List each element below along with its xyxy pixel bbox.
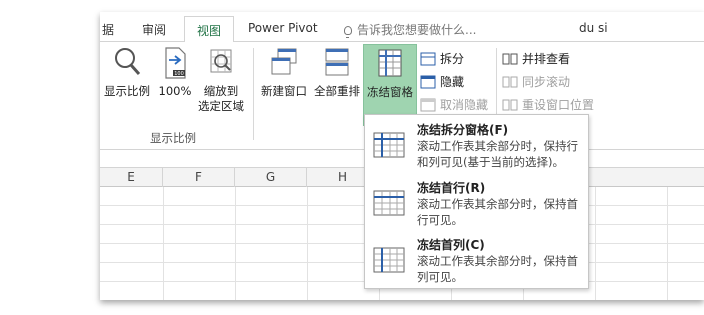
sync-scroll-button[interactable]: 同步滚动 — [502, 73, 570, 90]
freeze-panes-icon — [373, 132, 405, 158]
menu-item-freeze-first-column[interactable]: 冻结首列(C) 滚动工作表其余部分时，保持首列可见。 — [365, 232, 588, 288]
split-icon — [420, 52, 436, 66]
unhide-label: 取消隐藏 — [440, 98, 489, 112]
zoom-100-label: 100% — [158, 84, 192, 98]
unhide-button[interactable]: 取消隐藏 — [420, 96, 488, 113]
hide-icon — [420, 75, 436, 89]
menu-item-title: 冻结拆分窗格(F) — [417, 123, 509, 137]
tell-me-text: 告诉我您想要做什么... — [357, 23, 477, 37]
arrange-all-button[interactable]: 全部重排 — [311, 46, 363, 99]
sync-scroll-label: 同步滚动 — [522, 75, 571, 89]
svg-text:100: 100 — [174, 71, 184, 77]
menu-item-freeze-top-row[interactable]: 冻结首行(R) 滚动工作表其余部分时，保持首行可见。 — [365, 175, 588, 231]
zoom-selection-label-2: 选定区域 — [198, 99, 244, 113]
magnifier-icon — [115, 48, 141, 75]
ribbon-tabs: 据 审阅 视图 Power Pivot 告诉我您想要做什么... du si — [100, 12, 704, 43]
column-header-g[interactable]: G — [235, 168, 307, 187]
zoom-selection-label-1: 缩放到 — [203, 84, 239, 98]
page-100-icon: 100 — [165, 47, 186, 79]
menu-item-freeze-panes[interactable]: 冻结拆分窗格(F) 滚动工作表其余部分时，保持行和列可见(基于当前的选择)。 — [365, 117, 588, 173]
freeze-top-row-icon — [373, 190, 405, 216]
new-window-label: 新建窗口 — [261, 84, 307, 98]
lightbulb-icon — [344, 26, 352, 38]
reset-position-label: 重设窗口位置 — [522, 98, 595, 112]
freeze-panes-menu: 冻结拆分窗格(F) 滚动工作表其余部分时，保持行和列可见(基于当前的选择)。 冻… — [364, 114, 589, 289]
group-separator — [253, 48, 254, 140]
column-header-e[interactable]: E — [100, 168, 163, 187]
reset-window-position-button[interactable]: 重设窗口位置 — [502, 96, 594, 113]
zoom-to-selection-button[interactable]: 缩放到 选定区域 — [196, 46, 246, 114]
side-by-side-icon — [502, 53, 518, 65]
zoom-selection-icon — [210, 49, 232, 73]
tab-review[interactable]: 审阅 — [142, 21, 166, 38]
hide-label: 隐藏 — [440, 75, 465, 89]
side-by-side-label: 并排查看 — [522, 52, 571, 66]
arrange-all-icon — [325, 48, 349, 76]
tell-me-search[interactable]: 告诉我您想要做什么... — [344, 21, 476, 38]
zoom-100-button[interactable]: 100 100% — [156, 46, 194, 99]
freeze-panes-inner: 冻结窗格 — [364, 47, 416, 100]
freeze-panes-icon — [378, 49, 402, 77]
menu-item-description: 滚动工作表其余部分时，保持首列可见。 — [417, 254, 578, 284]
side-by-side-button[interactable]: 并排查看 — [502, 50, 570, 67]
menu-item-description: 滚动工作表其余部分时，保持首行可见。 — [417, 197, 578, 227]
reset-position-icon — [502, 99, 518, 111]
zoom-button[interactable]: 显示比例 — [102, 46, 152, 99]
tab-view[interactable]: 视图 — [184, 16, 235, 43]
unhide-icon — [420, 98, 436, 112]
freeze-panes-label: 冻结窗格 — [367, 85, 413, 99]
tab-power-pivot[interactable]: Power Pivot — [248, 21, 318, 35]
menu-item-description: 滚动工作表其余部分时，保持行和列可见(基于当前的选择)。 — [417, 139, 578, 169]
menu-item-title: 冻结首列(C) — [417, 238, 485, 252]
arrange-all-label: 全部重排 — [314, 84, 360, 98]
user-name[interactable]: du si — [579, 21, 608, 35]
new-window-icon — [271, 48, 297, 75]
menu-item-title: 冻结首行(R) — [417, 181, 486, 195]
tab-data[interactable]: 据 — [102, 21, 114, 38]
split-button[interactable]: 拆分 — [420, 50, 464, 67]
split-label: 拆分 — [440, 52, 465, 66]
zoom-group-label: 显示比例 — [150, 131, 196, 145]
freeze-first-column-icon — [373, 247, 405, 273]
hide-button[interactable]: 隐藏 — [420, 73, 464, 90]
sync-scroll-icon — [502, 76, 518, 88]
column-header-f[interactable]: F — [163, 168, 235, 187]
new-window-button[interactable]: 新建窗口 — [258, 46, 310, 99]
zoom-label: 显示比例 — [104, 84, 150, 98]
